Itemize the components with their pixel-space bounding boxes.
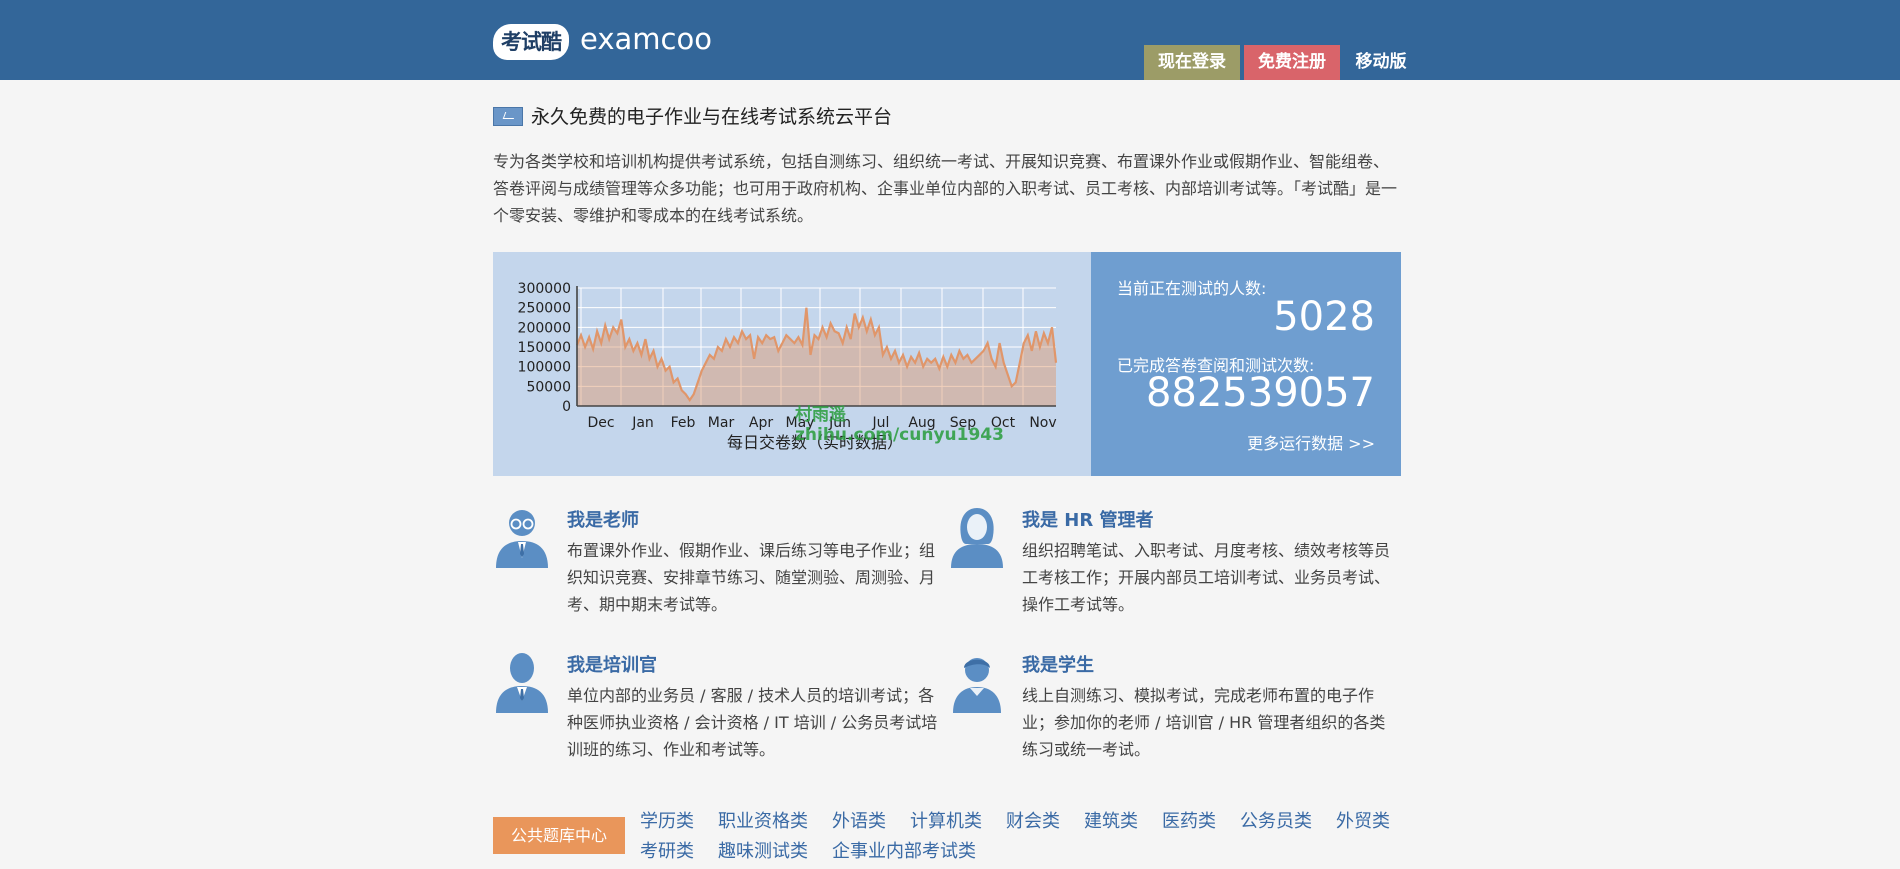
question-bank-category-2[interactable]: 外语类 — [832, 811, 886, 832]
teacher-avatar-icon — [496, 510, 548, 568]
login-button[interactable]: 现在登录 — [1144, 45, 1240, 80]
question-bank-category-9[interactable]: 考研类 — [640, 841, 694, 862]
y-tick-label: 100000 — [518, 360, 571, 376]
trainer-avatar-icon — [496, 653, 548, 713]
x-tick-label: Mar — [708, 415, 735, 431]
role-student-title[interactable]: 我是学生 — [1022, 651, 1094, 677]
question-bank-category-11[interactable]: 企事业内部考试类 — [832, 841, 976, 862]
register-button[interactable]: 免费注册 — [1244, 45, 1340, 80]
y-tick-label: 200000 — [518, 320, 571, 336]
question-bank-category-5[interactable]: 建筑类 — [1084, 811, 1138, 832]
question-bank-category-6[interactable]: 医药类 — [1162, 811, 1216, 832]
role-trainer-title[interactable]: 我是培训官 — [567, 651, 657, 677]
role-hr-desc: 组织招聘笔试、入职考试、月度考核、绩效考核等员工考核工作；开展内部员工培训考试、… — [1022, 541, 1391, 614]
mobile-version-link[interactable]: 移动版 — [1346, 45, 1416, 80]
question-bank-category-3[interactable]: 计算机类 — [910, 811, 982, 832]
intro-paragraph: 专为各类学校和培训机构提供考试系统，包括自测练习、组织统一考试、开展知识竞赛、布… — [493, 152, 1398, 225]
watermark-name: 村雨遥 — [795, 405, 846, 425]
y-tick-label: 250000 — [518, 301, 571, 317]
question-bank-center-button[interactable]: 公共题库中心 — [493, 817, 625, 854]
role-trainer-desc: 单位内部的业务员 / 客服 / 技术人员的培训考试；各种医师执业资格 / 会计资… — [567, 686, 938, 759]
question-bank-category-1[interactable]: 职业资格类 — [718, 811, 808, 832]
question-bank-categories: 学历类 职业资格类 外语类 计算机类 财会类 建筑类 医药类 公务员类 外贸类考研类 趣味测试类 企… — [640, 807, 1420, 867]
testing-count-value: 5028 — [1273, 294, 1375, 340]
logo-badge[interactable]: 考试酷 — [493, 24, 569, 60]
role-hr-title[interactable]: 我是 HR 管理者 — [1022, 506, 1153, 532]
hr-manager-avatar-icon — [951, 508, 1003, 568]
testing-count-label: 当前正在测试的人数: — [1117, 279, 1267, 298]
student-avatar-icon — [953, 658, 1001, 713]
y-tick-label: 150000 — [518, 340, 571, 356]
x-tick-label: Nov — [1029, 415, 1056, 431]
role-student-desc: 线上自测练习、模拟考试，完成老师布置的电子作业；参加你的老师 / 培训官 / H… — [1022, 686, 1386, 759]
top-header: 考试酷 examcoo 现在登录 免费注册 移动版 — [0, 0, 1900, 80]
watermark-url: zhihu.com/cunyu1943 — [795, 425, 1004, 445]
question-bank-category-7[interactable]: 公务员类 — [1240, 811, 1312, 832]
page-tagline: 永久免费的电子作业与在线考试系统云平台 — [531, 106, 893, 128]
question-bank-category-0[interactable]: 学历类 — [640, 811, 694, 832]
question-bank-category-10[interactable]: 趣味测试类 — [718, 841, 808, 862]
stats-panel: 当前正在测试的人数: 5028 已完成答卷查阅和测试次数: 882539057 … — [1091, 252, 1401, 476]
x-tick-label: Feb — [671, 415, 696, 431]
logo-text[interactable]: examcoo — [580, 22, 712, 56]
y-tick-label: 300000 — [518, 281, 571, 297]
question-bank-category-8[interactable]: 外贸类 — [1336, 811, 1390, 832]
y-tick-label: 0 — [562, 399, 571, 415]
completed-count-value: 882539057 — [1145, 370, 1375, 416]
role-teacher-title[interactable]: 我是老师 — [567, 506, 639, 532]
x-tick-label: Apr — [749, 415, 773, 431]
role-teacher-desc: 布置课外作业、假期作业、课后练习等电子作业；组织知识竞赛、安排章节练习、随堂测验… — [567, 541, 936, 614]
watermark: 村雨遥 zhihu.com/cunyu1943 — [795, 405, 1004, 445]
more-stats-link[interactable]: 更多运行数据 >> — [1247, 430, 1375, 454]
x-tick-label: Dec — [587, 415, 614, 431]
question-bank-category-4[interactable]: 财会类 — [1006, 811, 1060, 832]
y-tick-label: 50000 — [526, 379, 571, 395]
tagline-icon — [493, 107, 523, 126]
x-tick-label: Jan — [631, 415, 654, 431]
